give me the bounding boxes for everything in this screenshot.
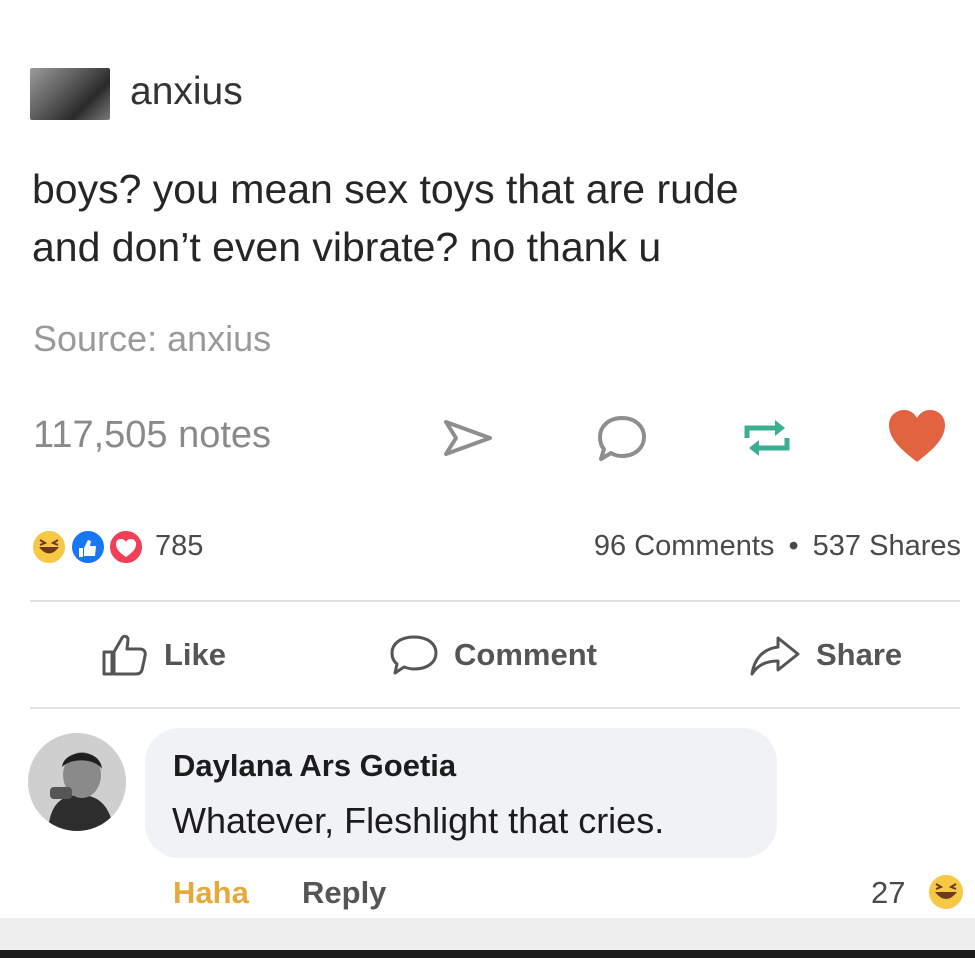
like-button[interactable]: Like (100, 630, 226, 680)
reaction-emojis-icon[interactable] (30, 528, 152, 566)
share-icon (750, 636, 800, 676)
thumbs-up-icon (102, 634, 147, 676)
share-arrow-icon[interactable] (438, 408, 498, 468)
comment-button[interactable]: Comment (388, 630, 597, 680)
haha-emoji-icon[interactable] (926, 872, 966, 912)
post-username[interactable]: anxius (130, 70, 243, 114)
commenter-avatar[interactable] (28, 733, 126, 831)
divider-bottom (30, 707, 960, 709)
user-avatar[interactable] (30, 68, 110, 120)
post-source[interactable]: Source: anxius (33, 318, 271, 360)
shares-count[interactable]: 537 Shares (813, 530, 961, 562)
share-label: Share (816, 637, 903, 672)
commenter-photo (28, 733, 126, 831)
comment-icon (390, 635, 438, 675)
post-text: boys? you mean sex toys that are rude an… (32, 160, 932, 276)
post-text-line-1: boys? you mean sex toys that are rude (32, 166, 739, 212)
comment-text: Whatever, Fleshlight that cries. (172, 800, 665, 841)
commenter-name[interactable]: Daylana Ars Goetia (173, 748, 456, 784)
reblog-icon[interactable] (737, 408, 797, 468)
notes-count[interactable]: 117,505 notes (33, 414, 271, 457)
share-button[interactable]: Share (748, 630, 902, 680)
reply-bubble-icon[interactable] (592, 408, 652, 468)
comment-label: Comment (454, 637, 597, 672)
like-label: Like (164, 637, 227, 672)
reaction-count[interactable]: 785 (155, 530, 203, 563)
bottom-edge (0, 950, 975, 958)
reply-link[interactable]: Reply (302, 875, 386, 911)
post-text-line-2: and don’t even vibrate? no thank u (32, 224, 662, 270)
post-stats: 96 Comments • 537 Shares (594, 530, 961, 563)
haha-reaction-link[interactable]: Haha (173, 875, 249, 911)
comments-count[interactable]: 96 Comments (594, 530, 775, 562)
heart-icon[interactable] (885, 406, 949, 466)
stats-separator: • (788, 530, 799, 562)
comment-reaction-count[interactable]: 27 (871, 875, 905, 911)
divider-top (30, 600, 960, 602)
